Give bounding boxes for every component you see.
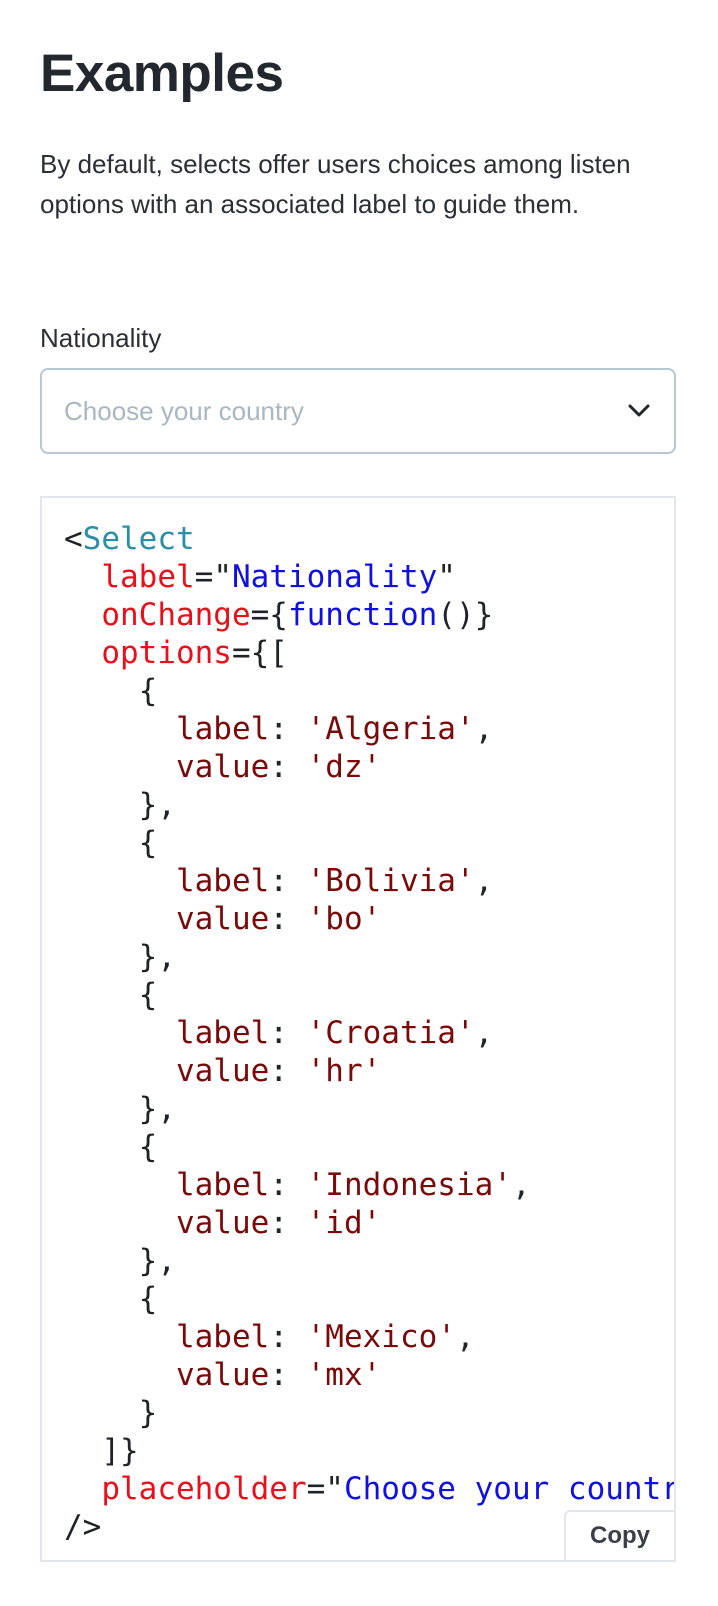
code-option-value: 'dz' — [306, 749, 382, 785]
code-attr-value: Nationality — [231, 559, 438, 595]
code-key: label — [175, 863, 270, 899]
code-attr-value: Choose your country — [343, 1471, 676, 1507]
code-attr-value: function — [287, 597, 438, 633]
code-key: value — [175, 749, 270, 785]
code-key: value — [175, 901, 270, 937]
code-option-value: 'bo' — [306, 901, 382, 937]
code-key: value — [175, 1357, 270, 1393]
select-placeholder: Choose your country — [64, 395, 304, 426]
select-label: Nationality — [40, 323, 162, 353]
code-attr: label — [101, 559, 195, 595]
code-key: label — [175, 1167, 270, 1203]
intro-text: By default, selects offer users choices … — [40, 149, 631, 219]
code-option-label: 'Bolivia' — [306, 863, 475, 899]
code-snippet: <Select label="Nationality" onChange={fu… — [64, 520, 676, 1546]
page-title: Examples — [40, 44, 284, 103]
chevron-down-icon — [626, 398, 652, 424]
code-option-label: 'Algeria' — [306, 711, 475, 747]
code-option-label: 'Indonesia' — [306, 1167, 512, 1203]
code-key: value — [175, 1053, 270, 1089]
code-option-label: 'Croatia' — [306, 1015, 475, 1051]
code-attr: onChange — [101, 597, 251, 633]
code-option-value: 'mx' — [306, 1357, 382, 1393]
code-key: label — [175, 1319, 270, 1355]
code-example: <Select label="Nationality" onChange={fu… — [40, 496, 676, 1562]
code-option-label: 'Mexico' — [306, 1319, 456, 1355]
code-attr: options — [101, 635, 232, 671]
copy-button[interactable]: Copy — [564, 1510, 674, 1560]
code-key: value — [175, 1205, 270, 1241]
code-component-name: Select — [82, 521, 195, 557]
code-option-value: 'hr' — [306, 1053, 382, 1089]
code-key: label — [175, 711, 270, 747]
nationality-select[interactable]: Choose your country — [40, 368, 676, 454]
code-attr: placeholder — [101, 1471, 307, 1507]
code-option-value: 'id' — [306, 1205, 382, 1241]
code-key: label — [175, 1015, 270, 1051]
